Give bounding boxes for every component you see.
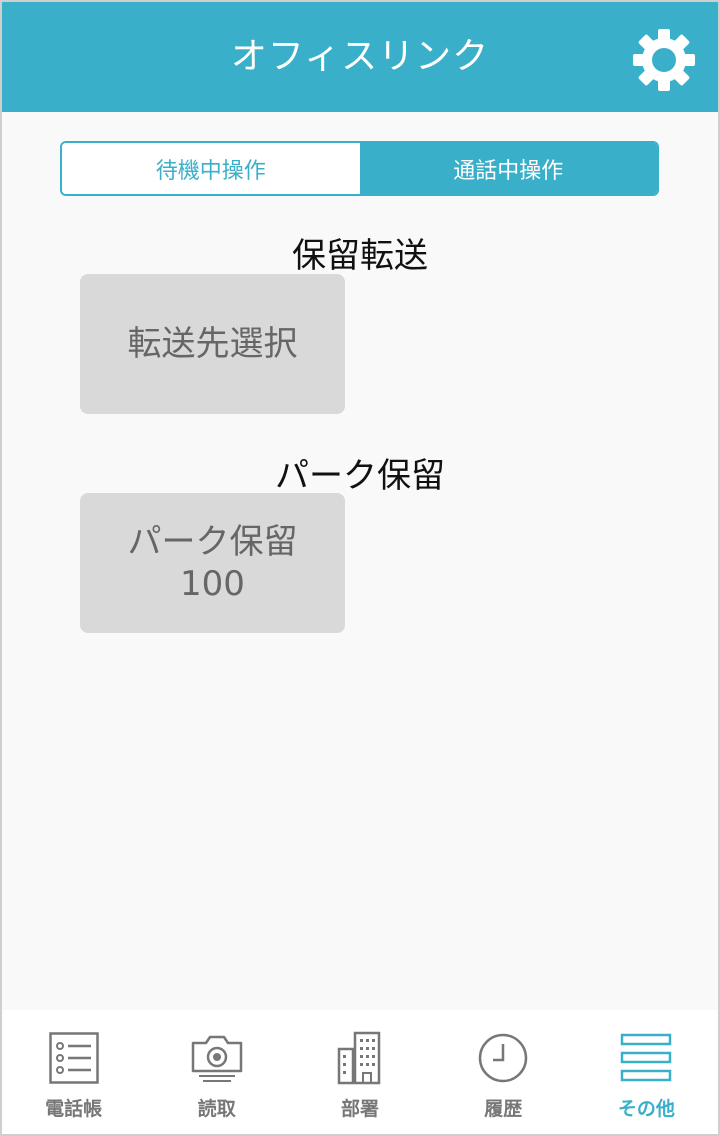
tab-idle-operations[interactable]: 待機中操作 [62,143,360,194]
park-hold-label: パーク保留 [127,522,298,562]
menu-icon [621,1033,672,1082]
tab-phonebook-label: 電話帳 [45,1098,103,1120]
tab-history[interactable]: 履歴 [432,1010,575,1134]
park-hold-button[interactable]: パーク保留 100 [80,493,345,633]
tab-phonebook[interactable]: 電話帳 [2,1010,145,1134]
gear-icon [633,29,695,91]
bottom-tab-bar: 電話帳 読取 部署 履歴 その他 [2,1010,718,1134]
building-icon [337,1031,381,1085]
settings-button[interactable] [628,24,700,96]
tab-scan[interactable]: 読取 [145,1010,288,1134]
tab-other-label: その他 [617,1098,675,1120]
park-hold-heading: パーク保留 [275,456,445,496]
hold-transfer-heading: 保留転送 [292,236,428,276]
tab-scan-label: 読取 [197,1098,236,1120]
app-header: オフィスリンク [2,2,718,112]
app-title: オフィスリンク [230,36,490,77]
camera-icon [191,1035,243,1082]
tab-departments-label: 部署 [341,1098,380,1120]
tab-history-label: 履歴 [484,1098,523,1120]
select-transfer-target-label: 転送先選択 [127,324,298,364]
mode-segmented-control: 待機中操作 通話中操作 [60,141,659,196]
list-icon [48,1032,99,1084]
tab-other[interactable]: その他 [575,1010,718,1134]
select-transfer-target-button[interactable]: 転送先選択 [80,274,345,414]
tab-call-operations[interactable]: 通話中操作 [359,143,657,194]
park-hold-number: 100 [180,564,245,604]
clock-icon [478,1033,528,1083]
tab-departments[interactable]: 部署 [288,1010,431,1134]
